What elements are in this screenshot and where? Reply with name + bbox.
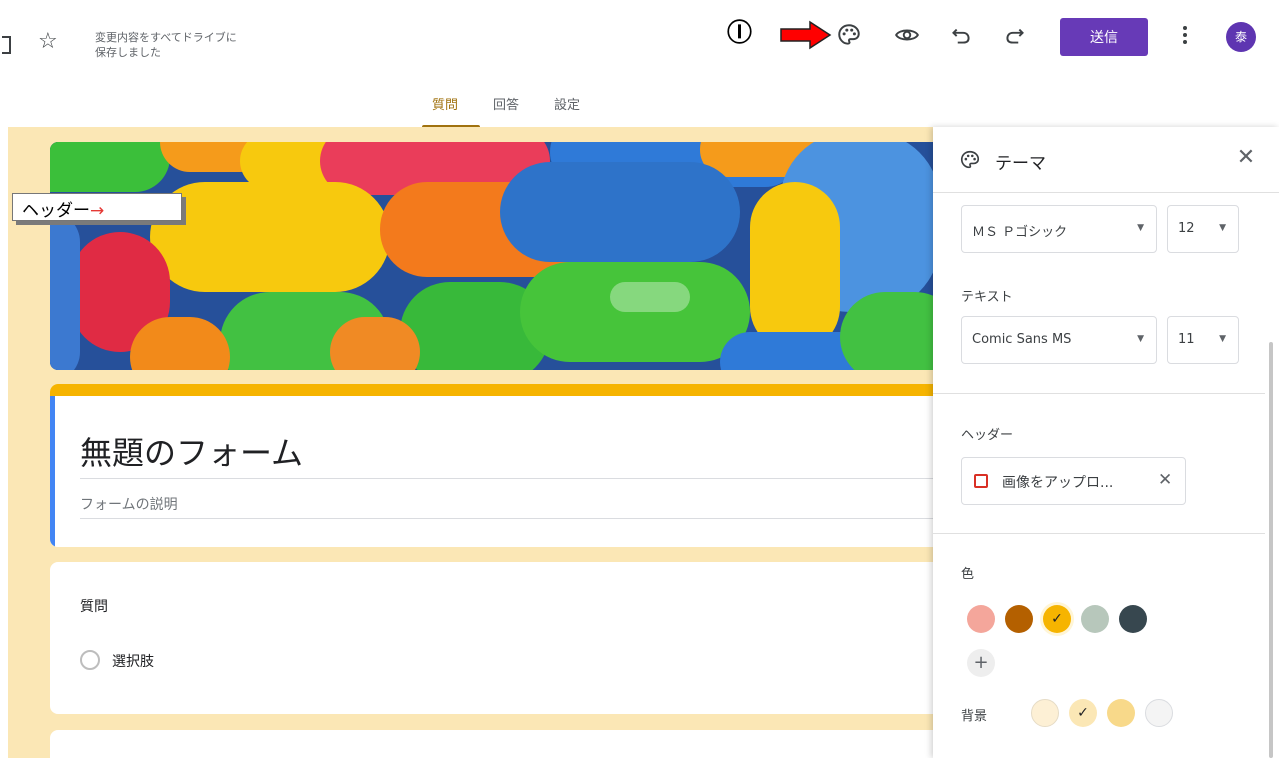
- callout-arrow: →: [90, 201, 105, 221]
- color-swatch-slate[interactable]: [1119, 605, 1147, 633]
- image-icon: [974, 474, 988, 488]
- theme-panel: テーマ ✕ ＭＳ Ｐゴシック ▼ 12 ▼ テキスト Comic Sans MS…: [933, 127, 1279, 758]
- header-section-label: ヘッダー: [961, 428, 1014, 443]
- send-button[interactable]: 送信: [1060, 18, 1148, 56]
- theme-color-bar: [50, 384, 933, 396]
- form-title-card: 無題のフォーム フォームの説明: [50, 384, 933, 547]
- upload-image-label: 画像をアップロ...: [1002, 475, 1114, 491]
- bg-swatch-dark[interactable]: [1107, 699, 1135, 727]
- question-card[interactable]: 質問 選択肢: [50, 562, 933, 714]
- remove-image-icon[interactable]: ✕: [1158, 470, 1172, 490]
- red-arrow-annotation: [780, 20, 832, 50]
- dropdown-caret-icon: ▼: [1219, 223, 1226, 233]
- checkmark-icon: ✓: [1077, 705, 1089, 721]
- text-font-value: Comic Sans MS: [972, 332, 1072, 347]
- section-divider: [933, 393, 1265, 394]
- text-size-value: 11: [1178, 332, 1195, 347]
- bg-swatch-gray[interactable]: [1145, 699, 1173, 727]
- header-callout-annotation: ヘッダー→: [12, 193, 190, 229]
- callout-label: ヘッダー: [22, 201, 90, 221]
- header-size-value: 12: [1178, 221, 1195, 236]
- next-question-card[interactable]: [50, 730, 933, 758]
- more-vert-icon[interactable]: [1178, 22, 1192, 48]
- text-font-select[interactable]: Comic Sans MS ▼: [961, 316, 1157, 364]
- title-underline: [80, 478, 933, 479]
- color-swatch-sage[interactable]: [1081, 605, 1109, 633]
- top-bar: ☆ 変更内容をすべてドライブに 保存しました Ⓘ 送信 泰: [0, 0, 1279, 80]
- color-swatch-pink[interactable]: [967, 605, 995, 633]
- header-image-candy: [50, 142, 933, 370]
- option-label[interactable]: 選択肢: [112, 651, 154, 671]
- dropdown-caret-icon: ▼: [1137, 223, 1144, 233]
- form-tabs: 質問 回答 設定: [0, 80, 1279, 128]
- dropdown-caret-icon: ▼: [1137, 334, 1144, 344]
- theme-panel-title: テーマ: [995, 154, 1046, 174]
- tab-settings[interactable]: 設定: [554, 94, 580, 113]
- text-section-label: テキスト: [961, 290, 1013, 305]
- bg-swatch-light[interactable]: [1031, 699, 1059, 727]
- radio-button-icon: [80, 650, 100, 670]
- section-divider: [933, 533, 1265, 534]
- color-section-label: 色: [961, 567, 975, 582]
- tab-questions[interactable]: 質問: [432, 94, 458, 113]
- account-avatar[interactable]: 泰: [1226, 22, 1256, 52]
- step-number-marker: Ⓘ: [727, 18, 753, 47]
- checkmark-icon: ✓: [1051, 611, 1063, 627]
- form-description-field[interactable]: フォームの説明: [80, 494, 178, 514]
- bg-swatch-medium-selected[interactable]: ✓: [1069, 699, 1097, 727]
- redo-icon[interactable]: [1002, 22, 1028, 48]
- text-size-select[interactable]: 11 ▼: [1167, 316, 1239, 364]
- preview-eye-icon[interactable]: [894, 22, 920, 48]
- upload-image-chip[interactable]: 画像をアップロ... ✕: [961, 457, 1186, 505]
- background-section-label: 背景: [961, 709, 988, 724]
- panel-scrollbar-thumb[interactable]: [1269, 342, 1273, 758]
- close-icon[interactable]: ✕: [1233, 145, 1259, 171]
- header-font-value: ＭＳ Ｐゴシック: [972, 225, 1068, 240]
- question-title[interactable]: 質問: [80, 596, 108, 616]
- form-title[interactable]: 無題のフォーム: [80, 428, 303, 474]
- undo-icon[interactable]: [948, 22, 974, 48]
- color-swatch-amber-selected[interactable]: ✓: [1043, 605, 1071, 633]
- color-swatch-brown[interactable]: [1005, 605, 1033, 633]
- save-status: 変更内容をすべてドライブに 保存しました: [95, 31, 237, 59]
- dropdown-caret-icon: ▼: [1219, 334, 1226, 344]
- star-icon[interactable]: ☆: [38, 31, 58, 53]
- google-forms-editor: ☆ 変更内容をすべてドライブに 保存しました Ⓘ 送信 泰 質問 回答 設定 ヘ…: [0, 0, 1279, 758]
- focus-indicator: [50, 396, 55, 547]
- add-custom-color-icon[interactable]: +: [967, 649, 995, 677]
- theme-panel-header: テーマ ✕: [933, 127, 1279, 193]
- move-to-folder-icon[interactable]: [2, 36, 16, 54]
- header-size-select[interactable]: 12 ▼: [1167, 205, 1239, 253]
- tab-responses[interactable]: 回答: [493, 94, 519, 113]
- description-underline: [80, 518, 933, 519]
- palette-icon[interactable]: [836, 22, 862, 48]
- palette-icon: [960, 150, 980, 169]
- header-font-select[interactable]: ＭＳ Ｐゴシック ▼: [961, 205, 1157, 253]
